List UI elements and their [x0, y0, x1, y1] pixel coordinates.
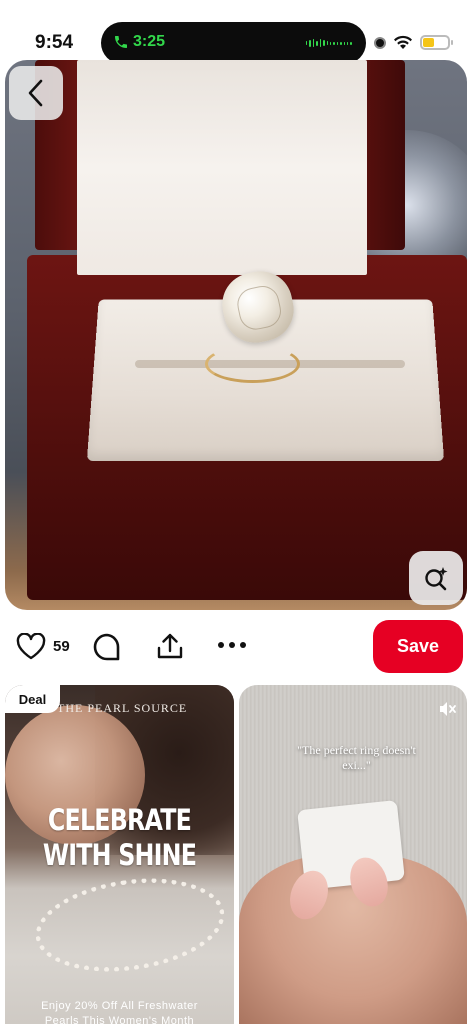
- pin-brand-text: THE PEARL SOURCE: [57, 701, 187, 716]
- pin-image[interactable]: [5, 60, 467, 610]
- share-button[interactable]: [155, 631, 185, 666]
- status-icons: [374, 35, 450, 50]
- pin-quote-text: "The perfect ring doesn't exi...": [269, 743, 444, 773]
- back-button[interactable]: [9, 66, 63, 120]
- more-horizontal-icon: [217, 638, 247, 652]
- status-time: 9:54: [35, 32, 73, 54]
- ring-box-lining: [77, 60, 367, 275]
- related-pin-card[interactable]: "The perfect ring doesn't exi...": [239, 685, 467, 1024]
- pin-action-bar: 59 Save: [0, 618, 472, 678]
- call-timer: 3:25: [133, 33, 165, 51]
- heart-outline-icon: [16, 633, 46, 660]
- battery-icon: [420, 35, 450, 50]
- comment-button[interactable]: [92, 632, 122, 667]
- audio-waveform-icon: [306, 39, 352, 47]
- comment-bubble-icon: [92, 632, 122, 662]
- mute-button[interactable]: [437, 699, 457, 724]
- visual-search-button[interactable]: [409, 551, 463, 605]
- dynamic-island[interactable]: 3:25: [101, 22, 366, 64]
- like-button[interactable]: 59: [16, 633, 70, 660]
- battery-fill: [423, 38, 434, 47]
- share-upload-icon: [155, 631, 185, 661]
- deal-badge: Deal: [5, 685, 60, 713]
- ring-band: [205, 345, 300, 383]
- related-pin-card[interactable]: THE PEARL SOURCE CELEBRATE WITH SHINE En…: [5, 685, 234, 1024]
- status-bar: 9:54 3:25: [0, 0, 472, 60]
- pin-headline: CELEBRATE WITH SHINE: [26, 803, 214, 873]
- lens-search-icon: [423, 565, 449, 591]
- chevron-left-icon: [25, 78, 47, 108]
- phone-icon: [113, 34, 129, 50]
- save-button[interactable]: Save: [373, 620, 463, 673]
- speaker-muted-icon: [437, 699, 457, 719]
- pin-subtext: Enjoy 20% Off All Freshwater Pearls This…: [5, 999, 234, 1024]
- active-call-indicator: 3:25: [113, 33, 165, 51]
- wifi-icon: [393, 35, 413, 50]
- pearl-necklace-image: [30, 867, 231, 983]
- recording-dot-icon: [374, 37, 386, 49]
- like-count: 59: [53, 638, 70, 655]
- more-options-button[interactable]: [217, 638, 247, 657]
